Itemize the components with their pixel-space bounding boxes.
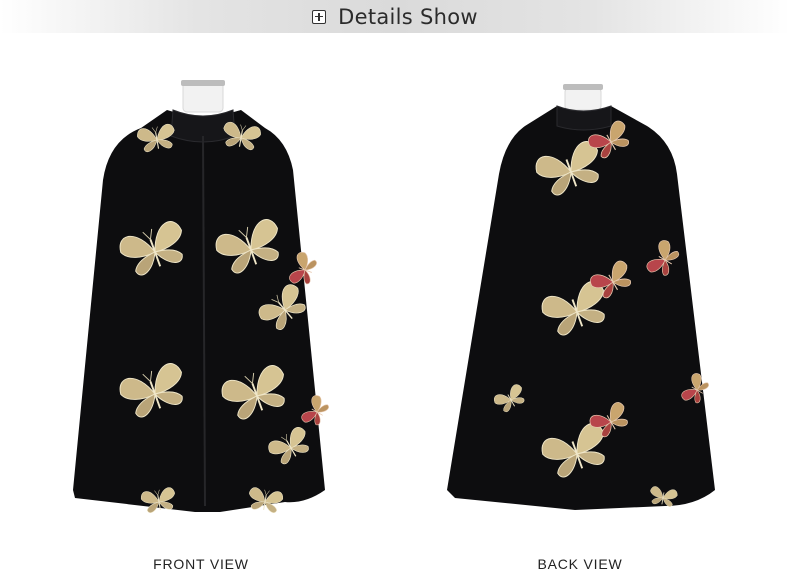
back-view-label: BACK VIEW — [537, 556, 623, 572]
plus-square-icon — [312, 9, 327, 24]
back-view-image — [447, 84, 715, 510]
section-title: Details Show — [338, 4, 478, 29]
front-view-label: FRONT VIEW — [153, 556, 249, 572]
header-bar: Details Show — [0, 0, 790, 33]
front-view-image — [73, 80, 332, 515]
